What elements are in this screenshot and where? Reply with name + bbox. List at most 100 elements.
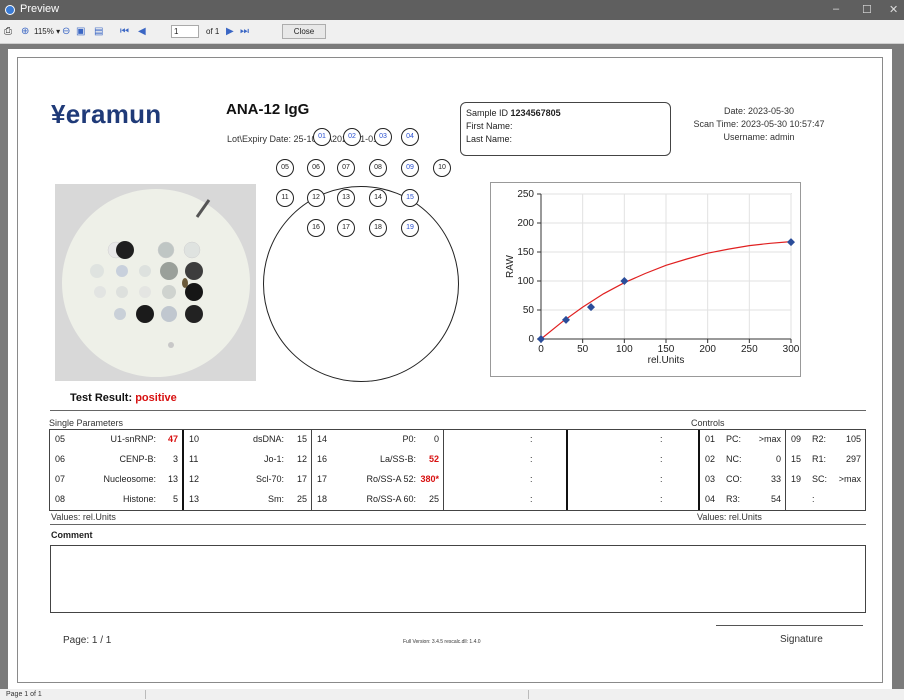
param-name: PC:: [726, 434, 742, 444]
seramun-logo: ¥eramun: [51, 99, 162, 129]
last-name-label: Last Name:: [466, 134, 513, 144]
membrane-scan-image: [55, 184, 256, 381]
param-value: 13: [167, 474, 178, 484]
x-axis-label: rel.Units: [648, 355, 685, 366]
table-row: :: [568, 431, 698, 447]
param-number: 15: [791, 454, 802, 464]
result-value: positive: [135, 392, 177, 404]
well-03: 03: [374, 128, 392, 146]
param-name: Ro/SS-A 52:: [366, 474, 416, 484]
y-tick-label: 100: [517, 276, 534, 287]
param-number: 11: [189, 454, 199, 464]
signature-label: Signature: [780, 634, 823, 645]
test-name: ANA-12 IgG: [226, 101, 310, 118]
well-02: 02: [343, 128, 361, 146]
param-name: Scl-70:: [255, 474, 284, 484]
param-number: 18: [317, 494, 328, 504]
well-16: 16: [307, 219, 325, 237]
param-number: 03: [705, 474, 716, 484]
last-page-icon[interactable]: ⏭: [240, 26, 249, 38]
next-page-icon[interactable]: ▶: [226, 26, 234, 38]
prev-page-icon[interactable]: ◀: [138, 26, 146, 38]
export-icon[interactable]: ▤: [94, 26, 103, 38]
table-row: :: [568, 471, 698, 487]
param-name: NC:: [726, 454, 742, 464]
table-row: 06 CENP-B: 3: [50, 451, 182, 467]
table-row: 08 Histone: 5: [50, 491, 182, 507]
table-row: :: [786, 491, 865, 507]
username: Username: admin: [723, 132, 795, 142]
values-unit-left: Values: rel.Units: [51, 512, 116, 522]
close-button[interactable]: Close: [282, 24, 326, 39]
well-17: 17: [337, 219, 355, 237]
param-number: 19: [791, 474, 802, 484]
results-column: 14 P0: 0 16 La/SS-B: 52 17 Ro/SS-A 52: 380* 18 Ro/…: [312, 430, 444, 510]
table-row: 19 SC: >max: [786, 471, 865, 487]
param-number: 07: [55, 474, 66, 484]
well-01: 01: [313, 128, 331, 146]
well-07: 07: [337, 159, 355, 177]
maximize-button[interactable]: ☐: [862, 3, 872, 16]
close-window-button[interactable]: ✕: [889, 3, 898, 16]
table-row: 16 La/SS-B: 52: [312, 451, 443, 467]
window-title: Preview: [20, 3, 60, 15]
param-value: 0: [775, 454, 781, 464]
empty-cell: :: [530, 454, 533, 464]
values-unit-right: Values: rel.Units: [697, 512, 762, 522]
param-number: 13: [189, 494, 200, 504]
well-08: 08: [369, 159, 387, 177]
date-block: Date: 2023-05-30 Scan Time: 2023-05-30 1…: [674, 105, 844, 144]
param-name: Sm:: [267, 494, 284, 504]
version-footer: Full Version: 3.4.5 rescalc.dll: 1.4.0: [403, 639, 481, 645]
table-row: :: [568, 491, 698, 507]
param-value: >max: [838, 474, 861, 484]
y-tick-label: 150: [517, 247, 534, 258]
results-column: ::::: [444, 430, 568, 510]
param-value: >max: [758, 434, 781, 444]
param-value: 3: [172, 454, 178, 464]
zoom-select[interactable]: 115% ▾: [34, 26, 60, 38]
empty-cell: :: [660, 434, 663, 444]
param-number: 05: [55, 434, 66, 444]
minimize-button[interactable]: –: [833, 3, 839, 15]
toolbar: ⎙ ⊕ 115% ▾ ⊖ ▣ ▤ ⏮ ◀ 1 of 1 ▶ ⏭ Close: [0, 20, 904, 44]
table-row: 14 P0: 0: [312, 431, 443, 447]
well-09: 09: [401, 159, 419, 177]
page-footer: Page: 1 / 1: [63, 635, 112, 646]
well-layout-map: 01 02 03 04 05 06 07 08 09 10 11 12 13 14 15 16 17 18 19: [263, 128, 459, 382]
param-number: 02: [705, 454, 716, 464]
preview-area[interactable]: ¥eramun ANA-12 IgG Lot\Expiry Date: 25-1…: [0, 44, 904, 689]
param-value: 54: [770, 494, 781, 504]
app-icon: [5, 5, 15, 15]
table-row: :: [444, 431, 566, 447]
param-name: Nucleosome:: [103, 474, 156, 484]
param-value: 25: [428, 494, 439, 504]
test-result: Test Result: positive: [70, 392, 177, 404]
zoom-icon[interactable]: ⊕: [21, 26, 29, 38]
param-value: 105: [845, 434, 861, 444]
well-18: 18: [369, 219, 387, 237]
table-row: 07 Nucleosome: 13: [50, 471, 182, 487]
param-number: 12: [189, 474, 200, 484]
scan-time: Scan Time: 2023-05-30 10:57:47: [693, 119, 825, 129]
page-number-input[interactable]: 1: [171, 25, 199, 38]
table-row: 02 NC: 0: [700, 451, 785, 467]
y-axis-label: RAW: [505, 254, 516, 278]
single-params-header: Single Parameters: [49, 418, 124, 428]
zoom-out-icon[interactable]: ⊖: [62, 26, 70, 38]
param-name: R1:: [812, 454, 827, 464]
y-tick-label: 200: [517, 218, 534, 229]
param-value: 17: [296, 474, 307, 484]
print-icon[interactable]: ⎙: [4, 26, 12, 38]
results-column: ::::: [568, 430, 700, 510]
empty-cell: :: [660, 494, 663, 504]
table-row: 01 PC: >max: [700, 431, 785, 447]
well-15: 15: [401, 189, 419, 207]
well-12: 12: [307, 189, 325, 207]
first-page-icon[interactable]: ⏮: [120, 26, 129, 38]
param-number: 04: [705, 494, 716, 504]
results-column: 01 PC: >max 02 NC: 0 03 CO: 33 04 R3: 54: [700, 430, 786, 510]
table-row: 18 Ro/SS-A 60: 25: [312, 491, 443, 507]
page-view-icon[interactable]: ▣: [76, 26, 85, 38]
param-name: U1-snRNP:: [110, 434, 156, 444]
